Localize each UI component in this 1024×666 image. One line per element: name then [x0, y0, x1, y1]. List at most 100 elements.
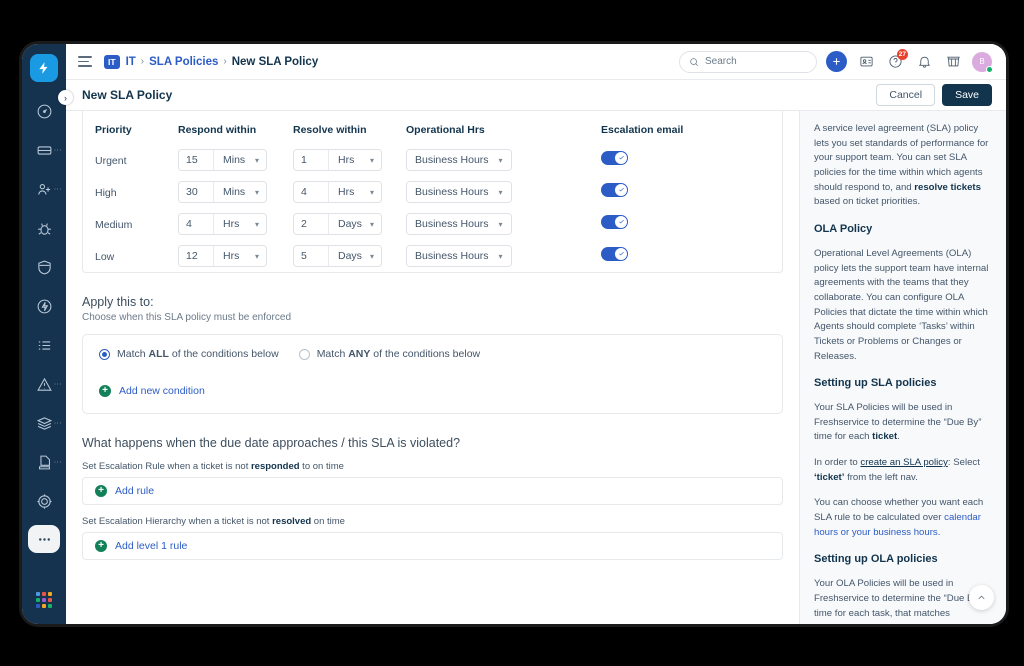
breadcrumb-it[interactable]: IT [126, 56, 136, 68]
escalation-email-toggle[interactable] [601, 214, 628, 229]
assets-more-dots[interactable]: ⋮ [53, 419, 62, 427]
header-operational-hrs: Operational Hrs [406, 124, 485, 136]
resolve-unit-select[interactable]: Hrs ▾ [329, 150, 381, 170]
resolve-value-input[interactable]: 2 [294, 214, 329, 234]
sidebar-item-requesters[interactable]: ⋮ [27, 174, 62, 204]
sidebar-item-tickets[interactable]: ⋮ [27, 135, 62, 165]
resolve-value-input[interactable]: 5 [294, 246, 329, 266]
respond-within-field[interactable]: 15 Mins ▾ [178, 149, 267, 171]
sidebar-item-tasks[interactable] [27, 330, 61, 360]
add-new-button[interactable] [826, 51, 847, 72]
marketplace-icon[interactable] [943, 52, 963, 72]
add-level-1-rule-button[interactable]: + Add level 1 rule [95, 540, 770, 552]
create-sla-policy-link[interactable]: create an SLA policy [860, 457, 947, 468]
respond-value-input[interactable]: 15 [179, 150, 214, 170]
respond-value-input[interactable]: 4 [179, 214, 214, 234]
radio-all-indicator[interactable] [99, 348, 110, 360]
radio-any-label: Match ANY of the conditions below [316, 348, 481, 360]
respond-within-field[interactable]: 4 Hrs ▾ [178, 213, 267, 235]
add-rule-label: Add rule [115, 485, 155, 497]
respond-unit-select[interactable]: Hrs ▾ [214, 246, 266, 266]
help-sla-setup-heading: Setting up SLA policies [814, 377, 937, 390]
help-ola-setup-heading: Setting up OLA policies [814, 553, 938, 566]
chevron-down-icon: ▾ [369, 187, 374, 197]
sidebar-item-changes[interactable] [27, 252, 61, 282]
respond-unit-select[interactable]: Mins ▾ [214, 182, 266, 202]
resolve-value-input[interactable]: 4 [294, 182, 329, 202]
workspace-badge[interactable]: IT [104, 54, 120, 69]
sidebar-item-alerts[interactable]: ⋮ [27, 369, 62, 399]
tickets-more-dots[interactable]: ⋮ [53, 146, 62, 154]
operational-hrs-select[interactable]: Business Hours ▾ [406, 149, 512, 171]
sidebar-item-releases[interactable] [27, 291, 61, 321]
contact-card-icon[interactable] [856, 52, 876, 72]
sidebar-item-more[interactable] [28, 525, 60, 553]
search-input[interactable]: Search [679, 50, 817, 73]
respond-value-input[interactable]: 30 [179, 182, 214, 202]
chevron-down-icon: ▾ [369, 219, 374, 229]
add-rule-button[interactable]: + Add rule [95, 485, 770, 497]
contracts-more-dots[interactable]: ⋮ [53, 458, 62, 466]
bell-icon[interactable] [914, 52, 934, 72]
respond-value-input[interactable]: 12 [179, 246, 214, 266]
resolve-within-field[interactable]: 2 Days ▾ [293, 213, 382, 235]
search-placeholder: Search [705, 56, 737, 67]
escalation-section: What happens when the due date approache… [66, 436, 799, 560]
resolve-unit-select[interactable]: Hrs ▾ [329, 182, 381, 202]
radio-any-indicator[interactable] [298, 348, 310, 360]
table-row: Urgent 15 Mins ▾ 1 Hrs ▾ Business Hours ▾ [83, 144, 782, 176]
operational-hrs-select[interactable]: Business Hours ▾ [406, 181, 512, 203]
resolve-unit-select[interactable]: Days ▾ [329, 246, 381, 266]
chevron-down-icon: ▾ [254, 187, 259, 197]
sidebar-item-problems[interactable] [27, 213, 61, 243]
sidebar-item-projects[interactable] [27, 486, 61, 516]
rail-expand-chevron[interactable]: › [58, 90, 73, 105]
breadcrumb-separator-2: › [223, 56, 227, 67]
respond-within-field[interactable]: 30 Mins ▾ [178, 181, 267, 203]
sla-table-card: Priority Respond within Resolve within O… [82, 111, 783, 273]
resolve-within-field[interactable]: 5 Days ▾ [293, 245, 382, 267]
breadcrumb-sla-policies[interactable]: SLA Policies [149, 56, 218, 68]
breadcrumb-current: New SLA Policy [231, 55, 319, 68]
help-sla-setup-body: Your SLA Policies will be used in Freshs… [814, 402, 982, 443]
resolve-within-field[interactable]: 1 Hrs ▾ [293, 149, 382, 171]
cancel-button[interactable]: Cancel [876, 83, 936, 107]
alerts-more-dots[interactable]: ⋮ [53, 380, 62, 388]
toggle-knob [615, 183, 627, 196]
table-row: Medium 4 Hrs ▾ 2 Days ▾ Business Hours ▾ [83, 208, 782, 240]
escalation-email-toggle[interactable] [601, 246, 628, 261]
plus-circle-icon: + [99, 385, 111, 397]
avatar[interactable]: B [972, 51, 993, 73]
sidebar-item-dashboard[interactable] [27, 96, 61, 126]
sidebar-item-assets[interactable]: ⋮ [27, 408, 62, 438]
respond-unit-select[interactable]: Hrs ▾ [214, 214, 266, 234]
requesters-more-dots[interactable]: ⋮ [53, 185, 62, 193]
escalation-rule-block: Set Escalation Rule when a ticket is not… [82, 461, 783, 505]
resolve-unit-select[interactable]: Days ▾ [329, 214, 381, 234]
sidebar-item-contracts[interactable]: ⋮ [27, 447, 62, 477]
scroll-to-top-button[interactable] [969, 585, 994, 610]
radio-match-any[interactable]: Match ANY of the conditions below [298, 348, 481, 360]
operational-hrs-select[interactable]: Business Hours ▾ [406, 245, 512, 267]
resolve-within-field[interactable]: 4 Hrs ▾ [293, 181, 382, 203]
page-header: New SLA Policy Cancel Save [66, 80, 1006, 111]
toggle-knob [615, 215, 627, 228]
chevron-down-icon: ▾ [254, 251, 259, 261]
add-new-condition-button[interactable]: + Add new condition [99, 385, 766, 397]
help-calendar-body: You can choose whether you want each SLA… [814, 497, 984, 538]
operational-hrs-select[interactable]: Business Hours ▾ [406, 213, 512, 235]
header-priority: Priority [95, 124, 132, 136]
help-circle-icon[interactable]: 27 [885, 48, 908, 72]
respond-within-field[interactable]: 12 Hrs ▾ [178, 245, 267, 267]
escalation-email-toggle[interactable] [601, 150, 628, 165]
app-switcher-grid-icon[interactable] [36, 592, 52, 608]
hamburger-icon[interactable] [78, 56, 94, 67]
radio-match-all[interactable]: Match ALL of the conditions below [99, 348, 279, 360]
save-button[interactable]: Save [942, 83, 992, 107]
respond-unit-select[interactable]: Mins ▾ [214, 150, 266, 170]
escalation-email-toggle[interactable] [601, 182, 628, 197]
priority-label: Medium [95, 219, 133, 231]
apply-title: Apply this to: [82, 295, 154, 309]
resolve-value-input[interactable]: 1 [294, 150, 329, 170]
lightning-bolt-logo[interactable] [30, 54, 58, 82]
